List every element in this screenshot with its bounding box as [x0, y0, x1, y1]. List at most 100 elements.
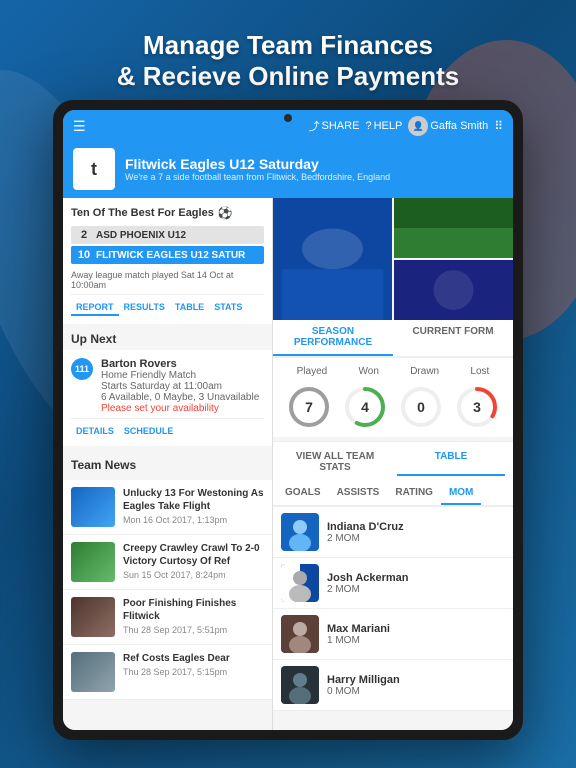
share-label: SHARE: [322, 120, 360, 132]
perf-labels: Played Won Drawn Lost: [281, 366, 505, 377]
label-played: Played: [297, 366, 328, 377]
player-row-1[interactable]: Indiana D'Cruz 2 MOM: [273, 507, 513, 558]
tab-report[interactable]: REPORT: [71, 300, 119, 316]
fixture-icon: 111: [71, 358, 93, 380]
tablet-frame: ☰ ⤴ SHARE ? HELP 👤 Gaffa Smith ⠿: [53, 100, 523, 740]
news-item-4[interactable]: Ref Costs Eagles Dear Thu 28 Sep 2017, 5…: [63, 645, 272, 700]
left-panel: Ten Of The Best For Eagles ⚽ 2 ASD PHOEN…: [63, 198, 273, 730]
news-date-1: Mon 16 Oct 2017, 1:13pm: [123, 515, 264, 525]
photo-1: [273, 198, 392, 320]
player-row-2[interactable]: Josh Ackerman 2 MOM: [273, 558, 513, 609]
tab-table[interactable]: TABLE: [170, 300, 209, 316]
tab-current-form[interactable]: CURRENT FORM: [393, 320, 513, 356]
player-stat-3: 1 MOM: [327, 635, 505, 646]
svg-text:0: 0: [417, 399, 425, 415]
player-name-3: Max Mariani: [327, 623, 505, 635]
player-name-4: Harry Milligan: [327, 674, 505, 686]
tab-mom[interactable]: MOM: [441, 482, 481, 505]
player-row-4[interactable]: Harry Milligan 0 MOM: [273, 660, 513, 711]
photo-2: [394, 198, 513, 258]
svg-text:3: 3: [473, 399, 481, 415]
label-drawn: Drawn: [410, 366, 439, 377]
tab-assists[interactable]: ASSISTS: [329, 482, 388, 505]
user-name: Gaffa Smith: [430, 120, 488, 132]
away-team-name: ASD PHOENIX U12: [96, 230, 186, 241]
news-title: Team News: [63, 450, 272, 476]
help-label: HELP: [374, 120, 403, 132]
label-won: Won: [359, 366, 379, 377]
circles-row: 7 4: [281, 385, 505, 429]
svg-text:4: 4: [361, 399, 369, 415]
news-item-2[interactable]: Creepy Crawley Crawl To 2-0 Victory Curt…: [63, 535, 272, 590]
fixture-type: Home Friendly Match: [101, 370, 264, 381]
player-info-2: Josh Ackerman 2 MOM: [327, 572, 505, 595]
player-avatar-2: [281, 564, 319, 602]
away-team-row: 2 ASD PHOENIX U12: [71, 226, 264, 244]
player-stat-1: 2 MOM: [327, 533, 505, 544]
stat-played: 7: [287, 385, 331, 429]
tab-goals[interactable]: GOALS: [277, 482, 329, 505]
help-btn[interactable]: ? HELP: [365, 120, 402, 132]
football-icon: ⚽: [218, 206, 233, 220]
fixture-row: 111 Barton Rovers Home Friendly Match St…: [71, 358, 264, 414]
team-info: Flitwick Eagles U12 Saturday We're a 7 a…: [125, 156, 390, 183]
avatar: 👤: [408, 116, 428, 136]
news-content-1: Unlucky 13 For Westoning As Eagles Take …: [123, 487, 264, 525]
home-score: 10: [76, 249, 92, 261]
table-btn[interactable]: TABLE: [397, 448, 505, 476]
player-info-1: Indiana D'Cruz 2 MOM: [327, 521, 505, 544]
svg-text:7: 7: [305, 399, 313, 415]
match-info: Away league match played Sat 14 Oct at 1…: [71, 266, 264, 294]
tab-stats[interactable]: STATS: [209, 300, 247, 316]
news-title-2: Creepy Crawley Crawl To 2-0 Victory Curt…: [123, 542, 264, 568]
tab-rating[interactable]: RATING: [387, 482, 441, 505]
user-area[interactable]: 👤 Gaffa Smith: [408, 116, 488, 136]
news-date-3: Thu 28 Sep 2017, 5:51pm: [123, 625, 264, 635]
news-item-3[interactable]: Poor Finishing Finishes Flitwick Thu 28 …: [63, 590, 272, 645]
apps-icon[interactable]: ⠿: [494, 119, 503, 133]
player-row-3[interactable]: Max Mariani 1 MOM: [273, 609, 513, 660]
hero-line2: & Recieve Online Payments: [40, 61, 536, 92]
away-score: 2: [76, 229, 92, 241]
right-panel: SEASON PERFORMANCE CURRENT FORM Played W…: [273, 198, 513, 730]
hero-text: Manage Team Finances & Recieve Online Pa…: [0, 20, 576, 102]
stat-lost: 3: [455, 385, 499, 429]
player-stat-2: 2 MOM: [327, 584, 505, 595]
player-list: Indiana D'Cruz 2 MOM: [273, 507, 513, 711]
match-section: Ten Of The Best For Eagles ⚽ 2 ASD PHOEN…: [63, 198, 272, 324]
upnext-title: Up Next: [63, 324, 272, 350]
fixture-details: Barton Rovers Home Friendly Match Starts…: [101, 358, 264, 414]
hero-line1: Manage Team Finances: [40, 30, 536, 61]
tab-results[interactable]: RESULTS: [119, 300, 170, 316]
share-btn[interactable]: ⤴ SHARE: [309, 118, 360, 134]
fixture-time: Starts Saturday at 11:00am: [101, 381, 264, 392]
team-name: Flitwick Eagles U12 Saturday: [125, 156, 390, 173]
match-title-text: Ten Of The Best For Eagles: [71, 207, 214, 219]
player-info-3: Max Mariani 1 MOM: [327, 623, 505, 646]
team-subtitle: We're a 7 a side football team from Flit…: [125, 172, 390, 182]
tab-details[interactable]: DETAILS: [71, 424, 119, 438]
news-content-3: Poor Finishing Finishes Flitwick Thu 28 …: [123, 597, 264, 635]
hamburger-icon[interactable]: ☰: [73, 118, 86, 135]
tab-schedule[interactable]: SCHEDULE: [119, 424, 179, 438]
avail-cta[interactable]: Please set your availability: [101, 403, 264, 414]
help-icon: ?: [365, 120, 371, 132]
player-info-4: Harry Milligan 0 MOM: [327, 674, 505, 697]
player-name-2: Josh Ackerman: [327, 572, 505, 584]
news-title-1: Unlucky 13 For Westoning As Eagles Take …: [123, 487, 264, 513]
match-title: Ten Of The Best For Eagles ⚽: [71, 206, 264, 220]
view-all-stats-btn[interactable]: VIEW ALL TEAM STATS: [281, 448, 389, 476]
player-avatar-3: [281, 615, 319, 653]
player-avatar-1: [281, 513, 319, 551]
opponent-name: Barton Rovers: [101, 358, 264, 370]
view-buttons: VIEW ALL TEAM STATS TABLE: [273, 441, 513, 482]
share-icon: ⤴: [309, 118, 320, 134]
tablet-screen: ☰ ⤴ SHARE ? HELP 👤 Gaffa Smith ⠿: [63, 110, 513, 730]
news-item-1[interactable]: Unlucky 13 For Westoning As Eagles Take …: [63, 480, 272, 535]
label-lost: Lost: [470, 366, 489, 377]
fixture-icon-label: 111: [75, 364, 89, 374]
upnext-card: 111 Barton Rovers Home Friendly Match St…: [63, 350, 272, 446]
camera-dot: [284, 114, 292, 122]
tab-season-performance[interactable]: SEASON PERFORMANCE: [273, 320, 393, 356]
stat-drawn: 0: [399, 385, 443, 429]
